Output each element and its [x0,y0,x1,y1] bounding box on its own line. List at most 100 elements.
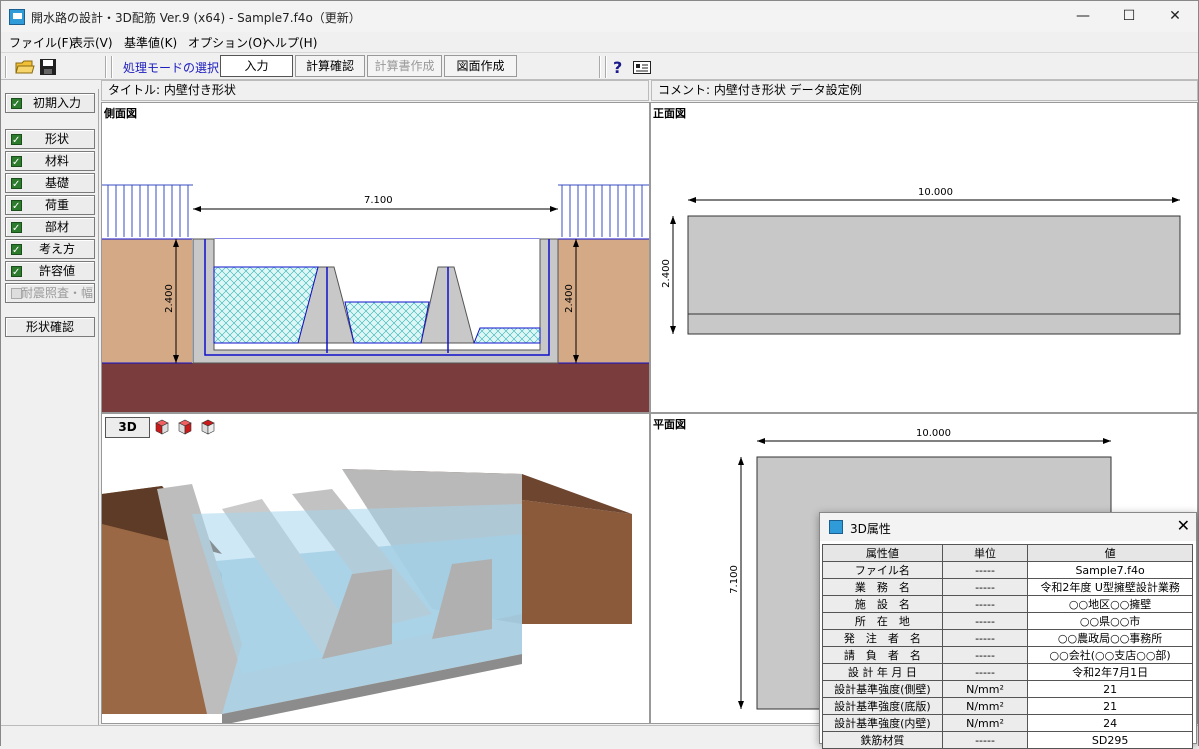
plan-view-width-dim: 10.000 [916,428,951,439]
shape-confirm-button[interactable]: 形状確認 [5,317,95,337]
attr-unit: N/mm² [941,697,1029,715]
menu-options[interactable]: オプション(O) [188,34,267,51]
attr-value[interactable]: ○○県○○市 [1027,612,1193,630]
attr-name: 設 計 年 月 日 [822,663,943,681]
sidebar-item-seismic[interactable]: 耐震照査・幅 [5,283,95,303]
attr-value[interactable]: 令和2年度 U型擁壁設計業務 [1027,578,1193,596]
sidebar-item-foundation[interactable]: 基礎 [5,173,95,194]
maximize-button[interactable]: ☐ [1106,1,1152,32]
table-header-row: 属性値 単位 値 [822,544,1193,562]
sidebar-item-load[interactable]: 荷重 [5,195,95,216]
close-icon[interactable]: ✕ [1177,516,1190,535]
side-view-pane[interactable]: 側面図 7.100 2.400 2.400 [101,102,650,413]
menu-help[interactable]: ヘルプ(H) [263,34,317,51]
table-row: 業 務 名 ----- 令和2年度 U型擁壁設計業務 [822,578,1193,596]
plan-view-height-dim: 7.100 [728,565,740,594]
checked-icon [11,132,22,150]
toolbar-separator [599,56,601,78]
header-unit: 単位 [941,544,1029,562]
app-icon [9,9,25,25]
dialog-title: 3D属性 [850,522,891,536]
header-attr: 属性値 [822,544,943,562]
app-window: 開水路の設計・3D配筋 Ver.9 (x64) - Sample7.f4o（更新… [0,0,1199,749]
sidebar-item-approach[interactable]: 考え方 [5,239,95,260]
attr-value[interactable]: 24 [1027,714,1193,732]
toolbar-separator [111,56,113,78]
sidebar-item-label: 荷重 [44,198,69,212]
attr-value[interactable]: Sample7.f4o [1027,561,1193,579]
attr-value[interactable]: ○○会社(○○支店○○部) [1027,646,1193,664]
sidebar-item-label: 許容値 [38,264,75,278]
close-button[interactable]: ✕ [1152,1,1198,32]
attr-value[interactable]: ○○農政局○○事務所 [1027,629,1193,647]
drawing-button[interactable]: 図面作成 [444,55,517,77]
attr-name: 設計基準強度(内壁) [822,714,943,732]
table-row: 設計基準強度(底版) N/mm² 21 [822,697,1193,715]
title-bar: 開水路の設計・3D配筋 Ver.9 (x64) - Sample7.f4o（更新… [1,1,1198,32]
minimize-button[interactable]: — [1060,1,1106,32]
help-icon[interactable]: ? [610,57,626,77]
header-value: 値 [1027,544,1193,562]
attr-name: 設計基準強度(側壁) [822,680,943,698]
attr-value[interactable]: 21 [1027,697,1193,715]
open-folder-icon[interactable] [15,58,35,76]
sidebar-item-allowable[interactable]: 許容値 [5,261,95,282]
cube-side-icon[interactable] [177,419,193,435]
attr-name: 設計基準強度(底版) [822,697,943,715]
menu-bar: ファイル(F) 表示(V) 基準値(K) オプション(O) ヘルプ(H) [1,32,1198,52]
attr-unit: N/mm² [941,680,1029,698]
info-card-icon[interactable] [633,61,651,74]
toolbar-separator [605,56,607,78]
sidebar-item-label: 考え方 [38,242,75,256]
checked-icon [11,96,22,114]
menu-standard[interactable]: 基準値(K) [124,34,177,51]
attr-dialog: 3D属性 ✕ 属性値 単位 値 ファイル名 ----- Sample7.f4o … [819,512,1197,749]
cube-front-icon[interactable] [154,419,170,435]
attr-value[interactable]: ○○地区○○擁壁 [1027,595,1193,613]
attr-value[interactable]: 21 [1027,680,1193,698]
table-row: 施 設 名 ----- ○○地区○○擁壁 [822,595,1193,613]
dialog-title-bar[interactable]: 3D属性 ✕ [820,513,1196,541]
window-title: 開水路の設計・3D配筋 Ver.9 (x64) - Sample7.f4o（更新… [31,11,361,25]
attr-unit: ----- [941,595,1029,613]
table-row: 発 注 者 名 ----- ○○農政局○○事務所 [822,629,1193,647]
attr-unit: ----- [941,612,1029,630]
view-3d-button[interactable]: 3D [105,417,150,438]
sidebar-item-initial[interactable]: 初期入力 [5,93,95,114]
front-view-pane[interactable]: 正面図 10.000 2.400 [650,102,1198,413]
table-row: 設計基準強度(側壁) N/mm² 21 [822,680,1193,698]
plan-view-label: 平面図 [653,418,686,431]
front-view-height-dim: 2.400 [660,259,672,288]
menu-view[interactable]: 表示(V) [71,34,113,51]
sidebar-item-shape[interactable]: 形状 [5,129,95,150]
calc-check-button[interactable]: 計算確認 [295,55,365,77]
table-row: 設 計 年 月 日 ----- 令和2年7月1日 [822,663,1193,681]
sidebar-item-member[interactable]: 部材 [5,217,95,238]
attr-unit: ----- [941,561,1029,579]
cube-top-icon[interactable] [200,419,216,435]
attr-unit: ----- [941,663,1029,681]
input-mode-button[interactable]: 入力 [220,55,293,77]
attr-name: 発 注 者 名 [822,629,943,647]
sidebar-item-label: 部材 [44,220,69,234]
checked-icon [11,220,22,238]
front-view-label: 正面図 [653,107,686,120]
checked-icon [11,176,22,194]
sidebar-item-material[interactable]: 材料 [5,151,95,172]
report-button[interactable]: 計算書作成 [367,55,442,77]
table-row: 所 在 地 ----- ○○県○○市 [822,612,1193,630]
attr-table: 属性値 単位 値 ファイル名 ----- Sample7.f4o 業 務 名 -… [822,544,1193,749]
front-view-drawing [670,197,1181,335]
unchecked-icon [11,288,22,299]
toolbar: 処理モードの選択 入力 計算確認 計算書作成 図面作成 ? [1,52,1198,80]
toolbar-separator [5,56,7,78]
menu-file[interactable]: ファイル(F) [9,34,73,51]
attr-unit: N/mm² [941,714,1029,732]
attr-value[interactable]: 令和2年7月1日 [1027,663,1193,681]
attr-name: ファイル名 [822,561,943,579]
svg-text:?: ? [613,58,622,77]
side-view-width-dim: 7.100 [364,195,393,206]
attr-unit: ----- [941,646,1029,664]
save-icon[interactable] [39,58,57,76]
view3d-pane[interactable]: 3D [101,413,650,724]
